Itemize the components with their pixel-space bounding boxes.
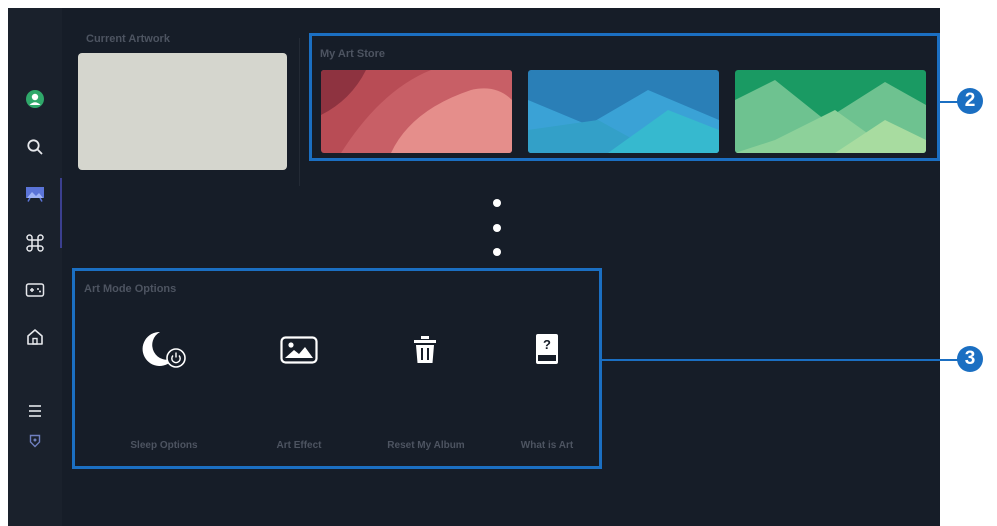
more-indicator-dot bbox=[493, 199, 501, 207]
current-artwork-label: Current Artwork bbox=[86, 33, 170, 45]
my-art-store-highlight bbox=[309, 33, 940, 161]
game-icon[interactable] bbox=[24, 279, 46, 301]
callout-line-2 bbox=[940, 101, 958, 103]
privacy-icon[interactable] bbox=[24, 430, 46, 452]
home-icon[interactable] bbox=[24, 326, 46, 348]
callout-badge-3: 3 bbox=[957, 346, 983, 372]
search-icon[interactable] bbox=[24, 136, 46, 158]
art-icon[interactable] bbox=[24, 183, 46, 205]
callout-badge-2: 2 bbox=[957, 88, 983, 114]
more-indicator-dot bbox=[493, 224, 501, 232]
callout-line-3 bbox=[602, 359, 958, 361]
apps-icon[interactable] bbox=[24, 232, 46, 254]
more-indicator-dot bbox=[493, 248, 501, 256]
profile-icon[interactable] bbox=[24, 88, 46, 110]
section-divider bbox=[299, 38, 300, 186]
menu-icon[interactable] bbox=[24, 400, 46, 422]
sidebar-active-indicator bbox=[60, 178, 62, 248]
art-mode-options-highlight bbox=[72, 268, 602, 469]
sidebar bbox=[8, 8, 62, 526]
current-artwork-tile[interactable] bbox=[78, 53, 287, 170]
